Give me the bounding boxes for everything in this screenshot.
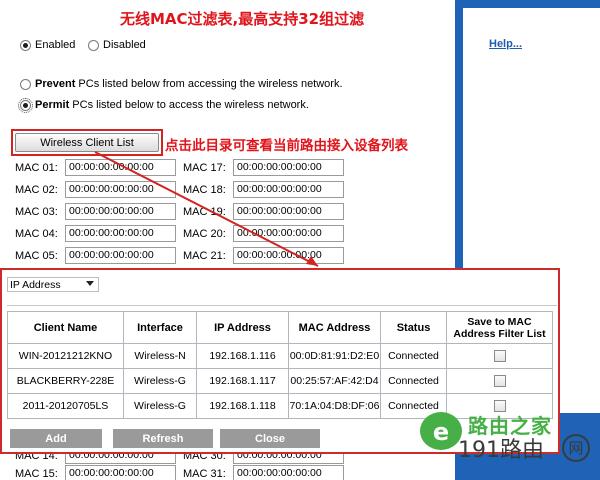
client-ip: 192.168.1.117 (196, 368, 289, 394)
client-ip: 192.168.1.116 (196, 343, 289, 369)
refresh-button[interactable]: Refresh (113, 429, 213, 448)
column-header: Client Name (7, 311, 124, 344)
table-header-row: Client Name Interface IP Address MAC Add… (7, 311, 553, 344)
close-button[interactable]: Close (220, 429, 320, 448)
client-ip: 192.168.1.118 (196, 393, 289, 419)
save-cell (446, 368, 553, 394)
add-button[interactable]: Add (10, 429, 102, 448)
watermark-logo: e 路由之家 191路由 网 (420, 410, 600, 480)
watermark-text: 191路由 (458, 438, 544, 463)
client-interface: Wireless-N (123, 343, 197, 369)
filter-select[interactable]: IP Address (7, 277, 99, 292)
client-mac: 70:1A:04:D8:DF:06 (288, 393, 381, 419)
column-header: MAC Address (288, 311, 381, 344)
client-interface: Wireless-G (123, 393, 197, 419)
save-checkbox[interactable] (493, 350, 506, 363)
filter-select-value: IP Address (10, 278, 61, 291)
client-interface: Wireless-G (123, 368, 197, 394)
client-name: BLACKBERRY-228E (7, 368, 124, 394)
client-mac: 00:25:57:AF:42:D4 (288, 368, 381, 394)
table-row: BLACKBERRY-228E Wireless-G 192.168.1.117… (7, 368, 553, 394)
watermark-badge: 网 (562, 434, 590, 462)
client-status: Connected (380, 343, 447, 369)
client-mac: 00:0D:81:91:D2:E0 (288, 343, 381, 369)
column-header: Status (380, 311, 447, 344)
watermark-logo-icon: e (420, 412, 462, 450)
divider (7, 305, 557, 306)
table-row: WIN-20121212KNO Wireless-N 192.168.1.116… (7, 343, 553, 369)
chevron-down-icon (86, 281, 94, 286)
client-table: Client Name Interface IP Address MAC Add… (7, 311, 553, 419)
client-status: Connected (380, 368, 447, 394)
save-cell (446, 343, 553, 369)
column-header: Save to MAC Address Filter List (446, 311, 553, 344)
client-name: WIN-20121212KNO (7, 343, 124, 369)
client-name: 2011-20120705LS (7, 393, 124, 419)
column-header: Interface (123, 311, 197, 344)
logo-letter: e (432, 418, 450, 446)
save-checkbox[interactable] (493, 375, 506, 388)
column-header: IP Address (196, 311, 289, 344)
